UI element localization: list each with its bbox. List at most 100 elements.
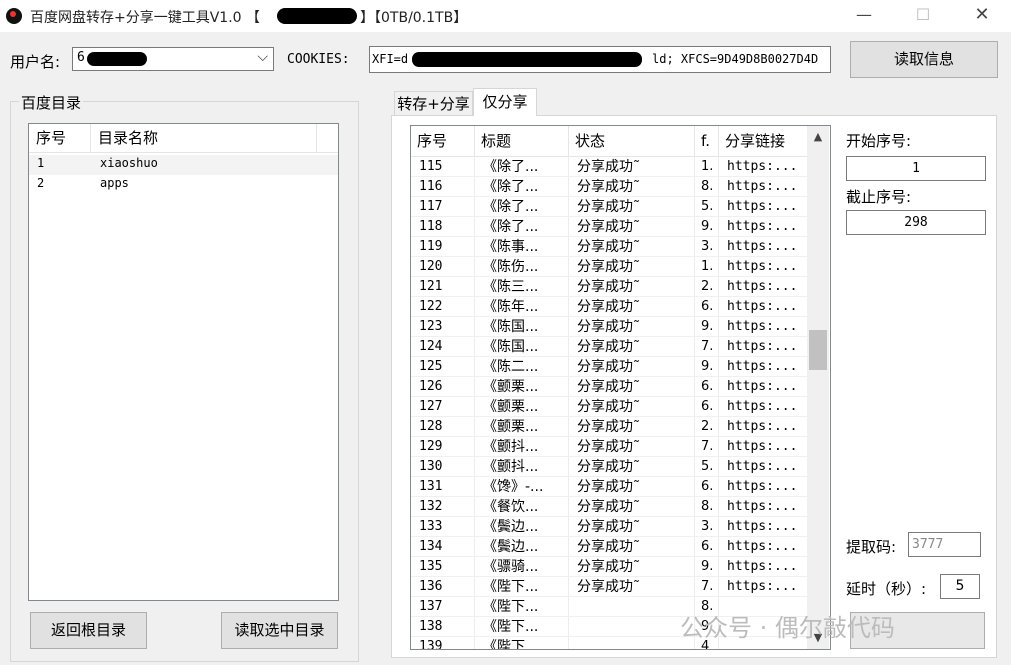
row-link: https:... [727, 219, 798, 234]
tab-transfer-share[interactable]: 转存+分享 [394, 91, 473, 115]
row-index: 121 [419, 279, 443, 294]
col-header-link[interactable]: 分享链接 [719, 126, 811, 156]
start-index-input[interactable]: 1 [846, 156, 986, 181]
table-row[interactable]: 118 《除了... 分享成功˜ 9. https:... [411, 217, 811, 237]
table-row[interactable]: 125 《陈二... 分享成功˜ 9. https:... [411, 357, 811, 377]
scroll-up-icon[interactable]: ▲ [807, 130, 829, 148]
row-index: 119 [419, 239, 443, 254]
col-header-index[interactable]: 序号 [29, 124, 91, 152]
table-row[interactable]: 122 《陈年... 分享成功˜ 6. https:... [411, 297, 811, 317]
table-row[interactable]: 116 《除了... 分享成功˜ 8. https:... [411, 177, 811, 197]
table-row[interactable]: 133 《鬓边... 分享成功˜ 3. https:... [411, 517, 811, 537]
scrollbar-thumb[interactable] [809, 330, 827, 370]
table-row[interactable]: 129 《颤抖... 分享成功˜ 7. https:... [411, 437, 811, 457]
row-status: 分享成功˜ [577, 339, 640, 355]
table-row[interactable]: 128 《颤栗... 分享成功˜ 2. https:... [411, 417, 811, 437]
table-row[interactable]: 126 《颤栗... 分享成功˜ 6. https:... [411, 377, 811, 397]
row-f: 7. [701, 439, 714, 454]
row-link: https:... [727, 539, 798, 554]
row-status: 分享成功˜ [577, 379, 640, 395]
row-f: 5. [701, 459, 714, 474]
table-row[interactable]: 115 《除了... 分享成功˜ 1. https:... [411, 157, 811, 177]
cookies-redaction [412, 52, 642, 67]
table-row[interactable]: 134 《鬓边... 分享成功˜ 6. https:... [411, 537, 811, 557]
table-row[interactable]: 124 《陈国... 分享成功˜ 7. https:... [411, 337, 811, 357]
row-index: 131 [419, 479, 443, 494]
row-index: 130 [419, 459, 443, 474]
row-index: 123 [419, 319, 443, 334]
share-table[interactable]: 序号 标题 状态 f. 分享链接 115 《除了... 分享成功˜ 1. https:.… [410, 125, 831, 650]
table-row[interactable]: 123 《陈国... 分享成功˜ 9. https:... [411, 317, 811, 337]
row-title: 《除了... [483, 199, 539, 215]
row-link: https:... [727, 579, 798, 594]
delay-input[interactable]: 5 [940, 574, 980, 599]
row-index: 138 [419, 619, 443, 634]
read-selected-button[interactable]: 读取选中目录 [221, 612, 338, 649]
table-row[interactable]: 117 《除了... 分享成功˜ 5. https:... [411, 197, 811, 217]
back-root-button[interactable]: 返回根目录 [30, 612, 147, 649]
window-title-suffix: 】【0TB/0.1TB】 [360, 10, 468, 26]
directory-list[interactable]: 序号 目录名称 1 xiaoshuo 2 apps [28, 123, 339, 601]
row-title: 《除了... [483, 219, 539, 235]
table-row[interactable]: 136 《陛下... 分享成功˜ 7. https:... [411, 577, 811, 597]
col-header-status[interactable]: 状态 [569, 126, 695, 156]
row-link: https:... [727, 159, 798, 174]
col-header-index[interactable]: 序号 [411, 126, 475, 156]
username-select[interactable]: 6 ⌵ [72, 47, 274, 71]
row-title: 《餐饮... [483, 499, 539, 515]
row-title: 《陈国... [483, 319, 539, 335]
row-title: 《馋》-... [483, 479, 544, 495]
table-row[interactable]: 120 《陈伤... 分享成功˜ 1. https:... [411, 257, 811, 277]
row-index: 136 [419, 579, 443, 594]
app-icon [6, 8, 22, 24]
title-redaction [277, 8, 357, 24]
col-header-f[interactable]: f. [695, 126, 719, 156]
row-status: 分享成功˜ [577, 539, 640, 555]
row-index: 134 [419, 539, 443, 554]
row-f: 6. [701, 399, 714, 414]
minimize-button[interactable]: — [844, 4, 884, 28]
table-row[interactable]: 130 《颤抖... 分享成功˜ 5. https:... [411, 457, 811, 477]
extract-code-input[interactable]: 3777 [908, 532, 981, 557]
row-f: 9. [701, 319, 714, 334]
close-button[interactable]: ✕ [962, 4, 1002, 28]
row-link: https:... [727, 339, 798, 354]
row-status: 分享成功˜ [577, 319, 640, 335]
row-status: 分享成功˜ [577, 439, 640, 455]
list-item[interactable]: 2 apps [29, 175, 338, 195]
row-link: https:... [727, 459, 798, 474]
tab-share-only[interactable]: 仅分享 [473, 88, 537, 116]
list-item[interactable]: 1 xiaoshuo [29, 155, 338, 175]
table-row[interactable]: 132 《餐饮... 分享成功˜ 8. https:... [411, 497, 811, 517]
row-link: https:... [727, 419, 798, 434]
read-info-button[interactable]: 读取信息 [850, 41, 998, 78]
window-title: 百度网盘转存+分享一键工具V1.0 【 [30, 10, 261, 26]
table-row[interactable]: 121 《陈三... 分享成功˜ 2. https:... [411, 277, 811, 297]
table-row[interactable]: 127 《颤栗... 分享成功˜ 6. https:... [411, 397, 811, 417]
maximize-button[interactable]: ☐ [903, 4, 943, 28]
row-link: https:... [727, 179, 798, 194]
row-link: https:... [727, 239, 798, 254]
table-row[interactable]: 135 《骠骑... 分享成功˜ 9. https:... [411, 557, 811, 577]
row-title: 《鬓边... [483, 539, 539, 555]
start-index-label: 开始序号: [846, 132, 912, 150]
col-header-dirname[interactable]: 目录名称 [91, 124, 317, 152]
row-status: 分享成功˜ [577, 579, 640, 595]
row-status: 分享成功˜ [577, 459, 640, 475]
row-index: 118 [419, 219, 443, 234]
end-index-input[interactable]: 298 [846, 210, 986, 235]
row-f: 3. [701, 239, 714, 254]
row-index: 133 [419, 519, 443, 534]
row-index: 117 [419, 199, 443, 214]
cookies-input[interactable]: XFI=d ld; XFCS=9D49D8B0027D4D [369, 46, 831, 73]
row-title: 《颤栗... [483, 399, 539, 415]
row-link: https:... [727, 359, 798, 374]
share-table-scrollbar[interactable] [807, 126, 829, 649]
row-title: 《除了... [483, 179, 539, 195]
table-row[interactable]: 131 《馋》-... 分享成功˜ 6. https:... [411, 477, 811, 497]
col-header-title[interactable]: 标题 [475, 126, 569, 156]
row-link: https:... [727, 319, 798, 334]
table-row[interactable]: 119 《陈事... 分享成功˜ 3. https:... [411, 237, 811, 257]
row-link: https:... [727, 199, 798, 214]
row-title: 《陈国... [483, 339, 539, 355]
